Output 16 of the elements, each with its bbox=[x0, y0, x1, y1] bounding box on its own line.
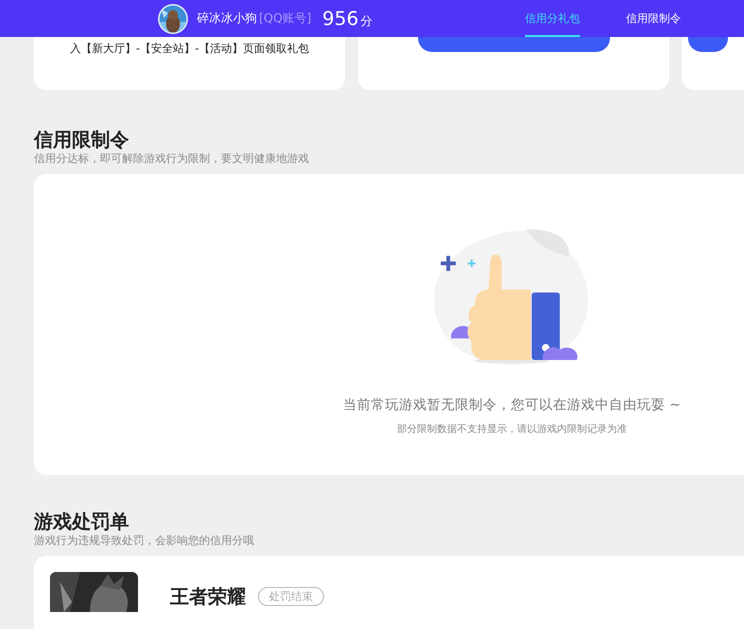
section-title: 信用限制令 bbox=[34, 128, 130, 152]
game-name: 王者荣耀 bbox=[170, 585, 246, 610]
account-type: [QQ账号] bbox=[259, 10, 312, 27]
username: 碎冰冰小狗 bbox=[197, 10, 257, 27]
score-unit: 分 bbox=[360, 12, 373, 30]
gift-instructions: 入【新大厅】-【安全站】-【活动】页面领取礼包 bbox=[70, 41, 309, 57]
nav-tab[interactable]: 信用限制令 bbox=[626, 0, 681, 37]
status-badge: 处罚结束 bbox=[258, 587, 324, 606]
section-subtitle: 信用分达标，即可解除游戏行为限制，要文明健康地游戏 bbox=[34, 152, 310, 166]
restriction-note: 部分限制数据不支持显示，请以游戏内限制记录为准 bbox=[397, 422, 627, 436]
credit-score: 956 bbox=[322, 8, 359, 30]
section-subtitle: 游戏行为违规导致处罚，会影响您的信用分哦 bbox=[34, 534, 255, 548]
claim-button[interactable] bbox=[418, 37, 610, 52]
section-title: 游戏处罚单 bbox=[34, 510, 130, 534]
claim-button[interactable] bbox=[688, 37, 728, 52]
empty-message: 当前常玩游戏暂无限制令，您可以在游戏中自由玩耍 ~ bbox=[343, 396, 681, 414]
